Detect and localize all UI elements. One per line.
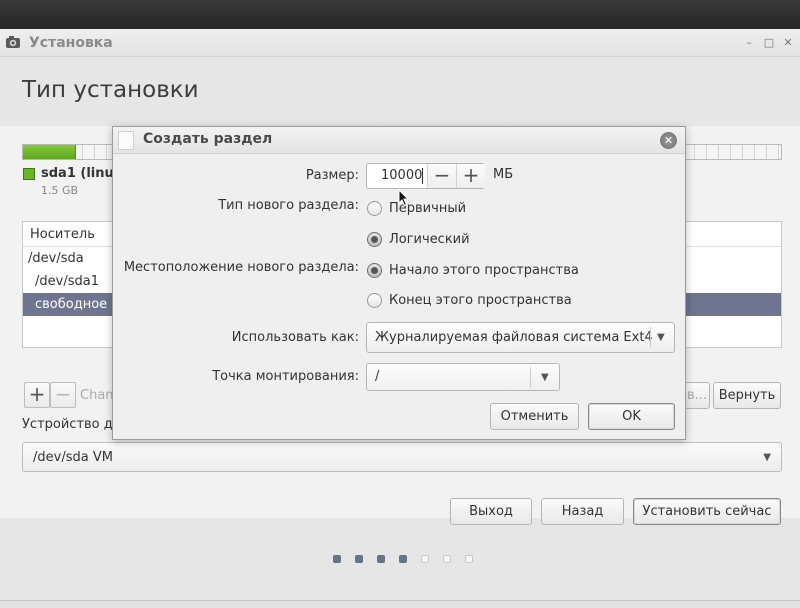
size-input[interactable]: 10000 [381,168,422,183]
progress-dot [399,555,407,563]
mount-point-value[interactable]: / [375,369,379,384]
size-label: Размер: [305,168,359,183]
partition-color-swatch [23,168,35,180]
radio-location-end-label[interactable]: Конец этого пространства [389,293,572,308]
add-partition-button[interactable]: + [24,382,50,408]
radio-primary[interactable] [367,201,382,216]
window-titlebar: Установка – □ ✕ [0,29,800,57]
taskbar [0,600,800,608]
ok-button[interactable]: OK [588,403,675,430]
progress-dot [333,555,341,563]
page-title: Тип установки [22,77,199,103]
boot-device-value: /dev/sda VM [33,450,113,465]
use-as-label: Использовать как: [231,330,359,345]
size-spinbox[interactable]: 10000 − + [366,163,485,189]
radio-logical-label[interactable]: Логический [389,232,470,247]
dialog-close-icon[interactable]: ✕ [660,132,677,149]
dialog-title: Создать раздел [143,131,273,147]
table-cell: /dev/sda1 [35,274,99,289]
radio-location-begin-label[interactable]: Начало этого пространства [389,263,579,278]
radio-logical[interactable] [367,232,382,247]
column-header-device: Носитель [30,227,95,242]
partition-type-label: Тип нового раздела: [218,198,359,213]
use-as-value: Журналируемая файловая система Ext4 [375,330,653,345]
dialog-app-icon [118,131,134,150]
partition-legend-size: 1.5 GB [41,184,79,197]
size-decrement-button[interactable]: − [427,164,456,188]
desktop-top-panel [0,0,800,29]
change-button-label[interactable]: Chan [80,388,114,403]
chevron-down-icon: ▼ [541,372,549,383]
mount-point-select[interactable]: / ▼ [366,363,560,391]
text-caret [422,168,423,184]
chevron-down-icon: ▼ [657,332,665,343]
partition-bar-used [23,145,76,159]
back-button[interactable]: Назад [541,498,624,525]
create-partition-dialog: Создать раздел ✕ Размер: 10000 − + МБ Ти… [112,126,686,440]
boot-device-select[interactable]: /dev/sda VM ▼ [22,442,782,472]
progress-dot [377,555,385,563]
table-cell: свободное [35,297,108,312]
progress-dot [465,555,473,563]
radio-location-end[interactable] [367,293,382,308]
cancel-button[interactable]: Отменить [490,403,579,430]
location-label: Местоположение нового раздела: [123,260,359,275]
minimize-icon[interactable]: – [743,37,755,49]
radio-location-begin[interactable] [367,263,382,278]
install-now-button[interactable]: Установить сейчас [633,498,781,525]
installer-app-icon [6,36,20,48]
revert-button[interactable]: Вернуть [713,382,781,409]
table-cell: /dev/sda [28,251,84,266]
mouse-cursor-icon [398,189,410,207]
combo-separator [530,367,531,388]
progress-dot [421,555,429,563]
boot-device-label: Устройство д [22,417,113,432]
quit-button[interactable]: Выход [450,498,532,525]
size-increment-button[interactable]: + [456,164,485,188]
chevron-down-icon: ▼ [763,452,771,463]
use-as-select[interactable]: Журналируемая файловая система Ext4 ▼ [366,322,675,353]
progress-dot [355,555,363,563]
close-icon[interactable]: ✕ [782,37,794,49]
mount-point-label: Точка монтирования: [212,369,359,384]
dialog-titlebar: Создать раздел ✕ [113,127,685,154]
new-partition-table-button[interactable]: в... [684,382,710,409]
size-unit: МБ [493,167,514,182]
partition-legend-name: sda1 (linu [41,166,114,181]
window-title: Установка [29,35,113,51]
maximize-icon[interactable]: □ [763,37,775,49]
remove-partition-button[interactable]: − [50,382,76,408]
progress-dot [443,555,451,563]
combo-separator [650,327,651,348]
